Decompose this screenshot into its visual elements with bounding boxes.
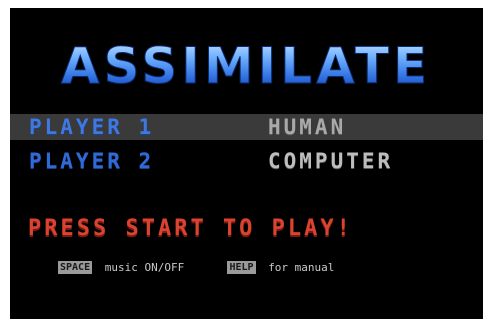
help-line: SPACE music ON/OFF HELP for manual — [58, 260, 334, 276]
player-1-label: PLAYER 1 — [29, 115, 155, 139]
player-1-controller[interactable]: HUMAN — [268, 114, 346, 140]
press-start-prompt: PRESS START TO PLAY! — [28, 216, 353, 241]
player-2-row[interactable]: PLAYER 2 COMPUTER — [10, 148, 483, 174]
game-title: ASSIMILATE — [61, 38, 431, 90]
player-1-row[interactable]: PLAYER 1 HUMAN — [10, 114, 483, 140]
space-key-badge[interactable]: SPACE — [58, 261, 93, 274]
game-logo: ASSIMILATE — [60, 38, 431, 90]
manual-text: for manual — [268, 261, 335, 274]
game-screen: ASSIMILATE PLAYER 1 HUMAN PLAYER 2 COMPU… — [10, 8, 483, 319]
help-key-badge[interactable]: HELP — [227, 261, 256, 274]
music-toggle-text: music ON/OFF — [104, 261, 185, 274]
player-2-controller[interactable]: COMPUTER — [268, 148, 393, 174]
player-2-label: PLAYER 2 — [29, 149, 155, 173]
